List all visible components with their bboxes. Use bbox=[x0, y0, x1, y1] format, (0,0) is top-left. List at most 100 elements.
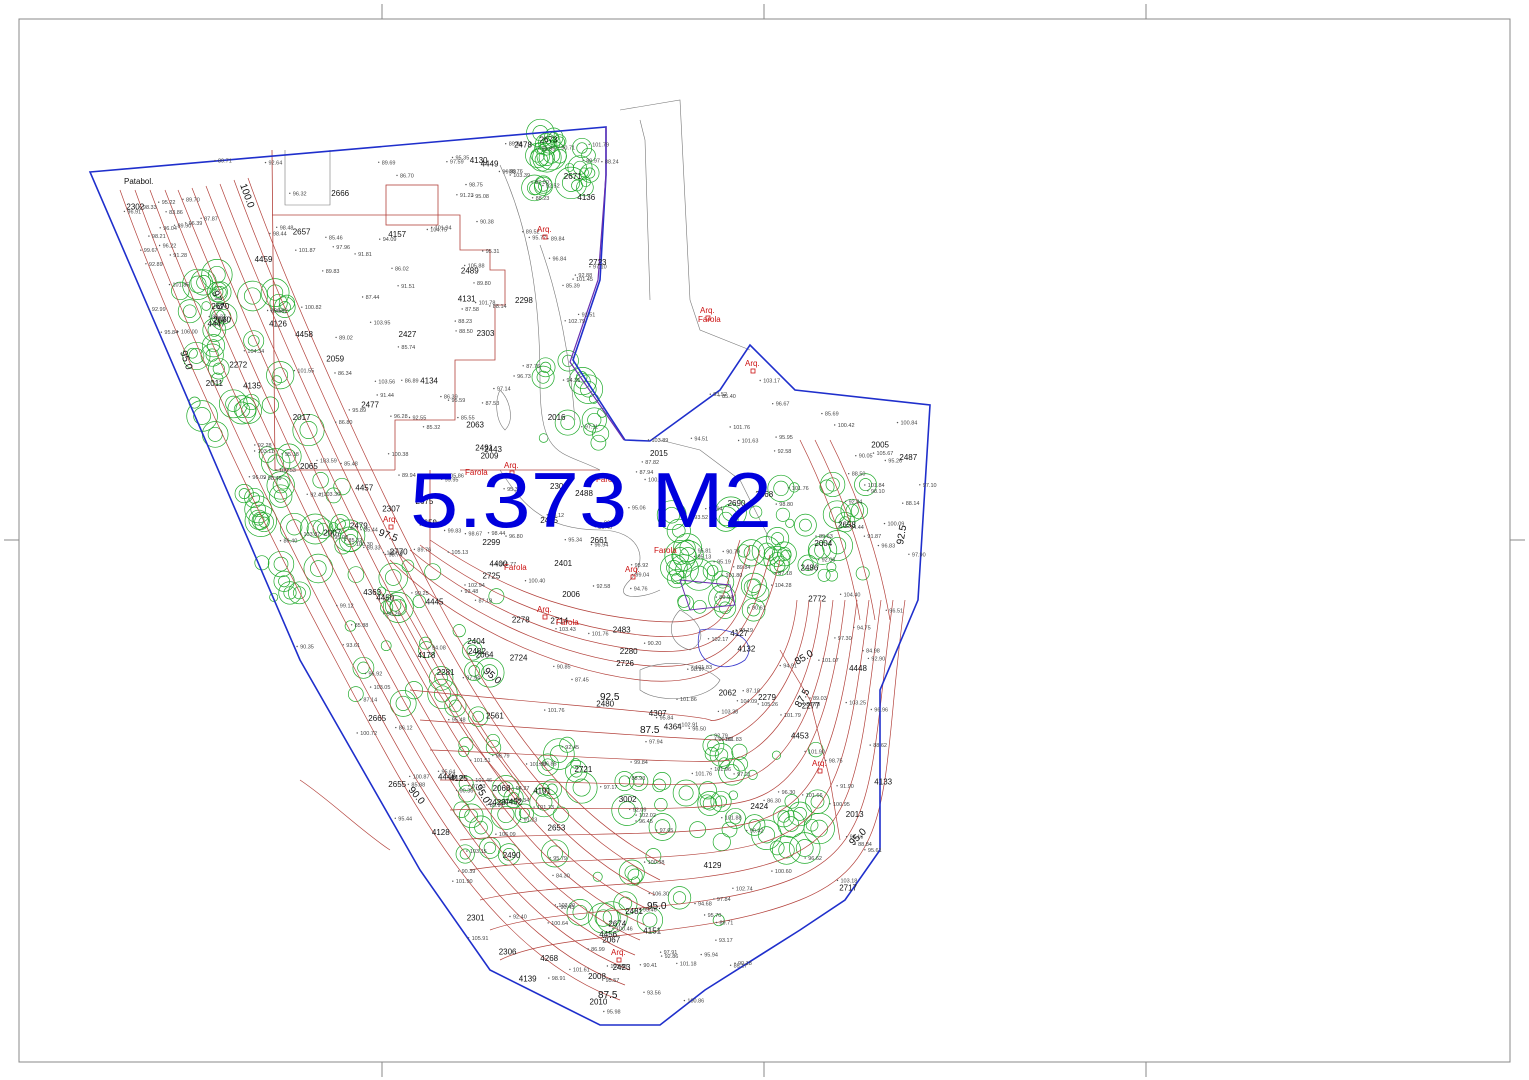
elevation-labels: 106.30106.09105.67104.40101.86101.83101.… bbox=[123, 142, 937, 1016]
survey-point-icon bbox=[863, 535, 866, 537]
survey-point-icon bbox=[600, 786, 602, 788]
elevation-label: 96.83 bbox=[881, 544, 895, 550]
elevation-label: 95.61 bbox=[868, 848, 882, 854]
elevation-label: 95.77 bbox=[532, 235, 546, 241]
survey-point-icon bbox=[334, 372, 336, 374]
survey-point-icon bbox=[359, 698, 362, 701]
tree-canopy-icon bbox=[273, 570, 295, 592]
plot-number-label: 2004 bbox=[814, 539, 832, 548]
survey-point-icon bbox=[601, 161, 603, 163]
elevation-label: 85.69 bbox=[825, 412, 839, 418]
survey-point-icon bbox=[562, 379, 565, 381]
arq-label: Arq. bbox=[537, 605, 552, 614]
tree-canopy-icon bbox=[186, 400, 218, 432]
survey-point-icon bbox=[883, 522, 886, 525]
elevation-label: 96.39 bbox=[189, 221, 203, 227]
tree-canopy-icon bbox=[855, 566, 870, 581]
survey-point-icon bbox=[528, 236, 530, 239]
survey-point-icon bbox=[710, 734, 712, 736]
survey-point-icon bbox=[627, 777, 630, 779]
elevation-label: 97.84 bbox=[717, 897, 731, 903]
plot-number-label: 4364 bbox=[664, 722, 682, 731]
survey-point-icon bbox=[804, 857, 806, 859]
elevation-label: 92.88 bbox=[578, 273, 592, 279]
survey-point-icon bbox=[548, 977, 550, 979]
survey-point-icon bbox=[864, 484, 866, 486]
tree-canopy-icon bbox=[479, 837, 501, 859]
survey-point-icon bbox=[643, 991, 645, 993]
survey-point-icon bbox=[446, 161, 448, 163]
plot-number-label: 2653 bbox=[548, 823, 566, 832]
tree-canopy-icon bbox=[803, 812, 835, 845]
survey-point-icon bbox=[325, 236, 327, 238]
survey-point-icon bbox=[606, 965, 609, 967]
survey-point-icon bbox=[460, 590, 463, 592]
elevation-label: 99.90 bbox=[718, 737, 732, 743]
tree-canopy-icon bbox=[682, 558, 716, 591]
survey-point-icon bbox=[468, 785, 470, 787]
survey-point-icon bbox=[495, 833, 497, 835]
tree-canopy-icon bbox=[458, 737, 474, 753]
elevation-label: 105.91 bbox=[472, 936, 489, 942]
survey-point-icon bbox=[395, 726, 397, 729]
survey-point-icon bbox=[848, 473, 850, 475]
tree-canopy-icon bbox=[536, 370, 550, 384]
survey-point-icon bbox=[746, 829, 748, 832]
elevation-label: 92.06 bbox=[822, 558, 836, 564]
survey-point-icon bbox=[555, 628, 557, 630]
elevation-label: 88.76 bbox=[509, 169, 523, 175]
survey-point-icon bbox=[635, 814, 637, 816]
survey-point-icon bbox=[455, 789, 458, 792]
plot-number-label: 2301 bbox=[467, 913, 485, 922]
elevation-label: 90.41 bbox=[643, 963, 657, 969]
plot-number-label: 4453 bbox=[791, 731, 809, 740]
elevation-label: 98.44 bbox=[273, 232, 287, 238]
elevation-label: 94.68 bbox=[698, 902, 712, 908]
elevation-label: 100.60 bbox=[775, 869, 792, 875]
elevation-label: 92.64 bbox=[269, 161, 283, 167]
plot-number-label: 4130 bbox=[470, 156, 488, 165]
plot-number-label: 4131 bbox=[458, 294, 476, 303]
elevation-label: 100.72 bbox=[360, 731, 377, 737]
survey-point-icon bbox=[513, 375, 515, 377]
elevation-label: 103.38 bbox=[721, 709, 738, 715]
elevation-label: 96.96 bbox=[874, 708, 888, 714]
elevation-label: 100.30 bbox=[356, 542, 373, 548]
elevation-label: 100.84 bbox=[901, 421, 918, 427]
survey-point-icon bbox=[687, 668, 689, 670]
contour-value-label: 97.5 bbox=[377, 527, 399, 544]
survey-point-icon bbox=[713, 898, 715, 900]
elevation-label: 103.17 bbox=[763, 379, 780, 385]
elevation-label: 101.96 bbox=[714, 767, 731, 773]
elevation-label: 85.88 bbox=[355, 623, 369, 629]
tree-canopy-icon bbox=[278, 575, 291, 588]
survey-point-icon bbox=[834, 637, 836, 639]
tree-canopy-icon bbox=[273, 556, 289, 572]
elevation-label: 101.76 bbox=[733, 425, 750, 431]
survey-point-icon bbox=[145, 263, 147, 265]
survey-point-icon bbox=[533, 806, 535, 808]
elevation-label: 101.79 bbox=[592, 142, 609, 148]
survey-point-icon bbox=[919, 484, 921, 486]
survey-point-icon bbox=[470, 759, 472, 761]
arq-label: Arq. bbox=[383, 515, 398, 524]
plot-number-label: 4448 bbox=[849, 664, 867, 673]
plot-number-label: 3002 bbox=[619, 795, 637, 804]
survey-point-icon bbox=[168, 283, 171, 286]
elevation-label: 86.40 bbox=[284, 539, 298, 545]
elevation-label: 91.51 bbox=[582, 312, 596, 318]
elevation-label: 98.33 bbox=[143, 205, 157, 211]
survey-point-icon bbox=[715, 939, 717, 941]
tree-canopy-icon bbox=[177, 299, 202, 324]
survey-point-icon bbox=[482, 250, 484, 252]
plot-number-label: 2658 bbox=[838, 521, 856, 530]
plot-number-label: 4129 bbox=[704, 861, 722, 870]
elevation-label: 87.00 bbox=[535, 180, 549, 186]
elevation-label: 90.05 bbox=[859, 454, 873, 460]
elevation-label: 97.17 bbox=[604, 785, 618, 791]
plot-number-label: 4459 bbox=[255, 255, 273, 264]
plot-number-label: 2770 bbox=[390, 547, 408, 556]
elevation-label: 89.97 bbox=[586, 158, 600, 164]
elevation-label: 94.76 bbox=[634, 587, 648, 593]
survey-point-icon bbox=[505, 170, 507, 172]
